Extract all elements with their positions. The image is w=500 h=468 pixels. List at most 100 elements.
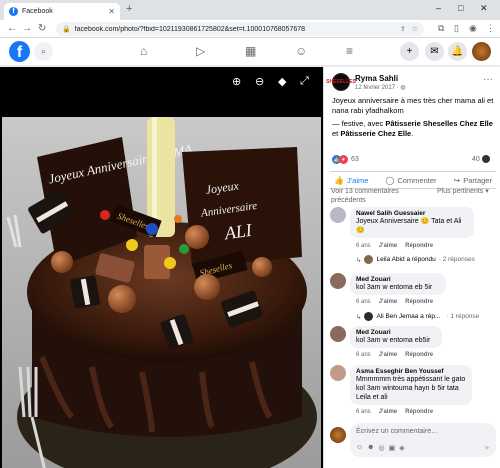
url-field[interactable]: 🔒 facebook.com/photo/?fbid=1021193086172…	[56, 22, 424, 36]
view-previous-comments-link[interactable]: Voir 13 commentaires précédents	[331, 187, 426, 205]
tag-link-1[interactable]: Pâtisserie Sheselles Chez Elle	[385, 119, 493, 128]
commenter-avatar-icon	[481, 155, 490, 163]
commenter-name[interactable]: Med Zouari	[356, 276, 440, 283]
replier-avatar	[364, 255, 374, 264]
avatar-sticker-icon[interactable]: ☺	[356, 444, 363, 452]
comment-reply-link[interactable]: Répondre	[405, 299, 433, 305]
topper-right-line3: ALI	[222, 220, 254, 244]
forward-icon[interactable]: →	[22, 23, 32, 34]
create-icon[interactable]: +	[400, 42, 419, 61]
sidebar-icon[interactable]: ▯	[454, 23, 459, 34]
video-icon[interactable]: ▷	[196, 44, 205, 58]
commenter-avatar[interactable]	[330, 273, 346, 289]
gif-icon[interactable]: ▣	[389, 444, 396, 452]
composer-icons: ☺ ☻ ◎ ▣ ◈	[356, 444, 409, 452]
comment-item: Med Zouari kol 3am w entoma eb 5ir 6 ans…	[330, 273, 498, 325]
profile-icon[interactable]: ◉	[469, 23, 477, 34]
commenter-name[interactable]: Asma Esseghir Ben Youssef	[356, 368, 466, 375]
comment-reply-link[interactable]: Répondre	[405, 352, 433, 358]
author-avatar[interactable]: SHESELLES	[326, 73, 356, 91]
comment-sort-dropdown[interactable]: Plus pertinents ▾	[437, 187, 497, 196]
url-text[interactable]: facebook.com/photo/?fbid=102119308617258…	[75, 26, 394, 33]
post-date[interactable]: 12 février 2017 · ◍	[355, 84, 406, 91]
notifications-bell-icon[interactable]: 🔔	[448, 42, 467, 61]
tab-close-icon[interactable]: ✕	[108, 7, 115, 16]
comment-like-link[interactable]: J'aime	[379, 409, 397, 415]
comment-reply-link[interactable]: Répondre	[405, 243, 433, 249]
author-name[interactable]: Ryma Sahli	[355, 74, 398, 83]
comment-placeholder: Écrivez un commentaire…	[356, 428, 439, 435]
share-page-icon[interactable]: ⇪	[400, 25, 406, 33]
comment-meta: 6 ans J'aime Répondre	[356, 299, 434, 305]
view-replies-row[interactable]: ↳ Ali Ben Jemaa a rép... · 1 réponse	[356, 312, 479, 321]
comment-reply-link[interactable]: Répondre	[405, 409, 433, 415]
facebook-favicon-icon: f	[9, 7, 18, 16]
address-bar-row: ← → ↻ 🔒 facebook.com/photo/?fbid=1021193…	[0, 20, 500, 38]
comment-item: Asma Esseghir Ben Youssef Mmmmmm très ap…	[330, 365, 498, 421]
window-close-button[interactable]: ✕	[480, 3, 488, 14]
new-tab-button[interactable]: +	[126, 3, 132, 15]
comment-input[interactable]: Écrivez un commentaire… ☺ ☻ ◎ ▣ ◈ ➤	[350, 423, 496, 457]
cake-photo[interactable]: Joyeux Anniversaire MAMA Joyeux Annivers…	[2, 117, 321, 468]
facebook-header: f ⌕ ⌂ ▷ ▦ ☺ ≡ + ✉ 🔔	[0, 38, 500, 66]
comment-item: Med Zouari kol 3am w entoma eb5ir 6 ans J…	[330, 326, 498, 362]
menu-kebab-icon[interactable]: ⋮	[486, 23, 495, 34]
tag-link-2[interactable]: Pâtisserie Chez Elle	[340, 129, 411, 138]
reply-arrow-icon: ↳	[356, 256, 362, 264]
replier-avatar	[364, 312, 374, 321]
comment-count[interactable]: 40	[472, 155, 490, 163]
comment-bubble: Med Zouari kol 3am w entoma eb 5ir	[350, 273, 446, 295]
comment-meta: 6 ans J'aime Répondre	[356, 243, 434, 249]
comment-like-link[interactable]: J'aime	[379, 352, 397, 358]
sticker-icon[interactable]: ◈	[399, 444, 404, 452]
share-arrow-icon: ↪	[453, 175, 461, 185]
marketplace-icon[interactable]: ▦	[245, 44, 256, 58]
cake-image: Joyeux Anniversaire MAMA Joyeux Annivers…	[2, 117, 321, 468]
comment-button[interactable]: ◯ Commenter	[385, 176, 436, 185]
minimize-button[interactable]: –	[436, 3, 441, 13]
reload-icon[interactable]: ↻	[38, 23, 46, 34]
reply-arrow-icon: ↳	[356, 313, 362, 321]
facebook-logo-icon[interactable]: f	[9, 41, 30, 62]
bookmark-star-icon[interactable]: ☆	[412, 25, 418, 33]
zoom-in-icon[interactable]: ⊕	[232, 75, 241, 88]
emoji-icon[interactable]: ☻	[367, 444, 374, 452]
extensions-icon[interactable]: ⧉	[438, 23, 444, 34]
comment-text: Joyeux Anniversaire 😊 Tata et Ali 😊	[356, 218, 462, 234]
reaction-count: 63	[351, 156, 359, 163]
comment-bubble: Med Zouari kol 3am w entoma eb5ir	[350, 326, 442, 348]
browser-tab[interactable]: f Facebook ✕	[4, 3, 120, 20]
view-replies-row[interactable]: ↳ Leila Abid a répondu · 2 réponses	[356, 255, 475, 264]
more-options-icon[interactable]: ···	[483, 74, 493, 85]
account-avatar[interactable]	[472, 42, 491, 61]
comment-bubble-icon: ◯	[385, 175, 395, 185]
camera-icon[interactable]: ◎	[379, 444, 385, 452]
comment-item: Nawel Salih Guessaier Joyeux Anniversair…	[330, 207, 498, 267]
post-caption: Joyeux anniversaire à mes très cher mama…	[332, 96, 494, 138]
maximize-button[interactable]: □	[458, 3, 463, 13]
post-details-panel: SHESELLES Ryma Sahli 12 février 2017 · ◍…	[323, 67, 500, 468]
menu-icon[interactable]: ≡	[346, 44, 353, 58]
commenter-name[interactable]: Med Zouari	[356, 329, 436, 336]
tag-icon[interactable]: ◆	[278, 75, 286, 88]
back-icon[interactable]: ←	[7, 23, 17, 34]
comment-like-link[interactable]: J'aime	[379, 243, 397, 249]
like-button[interactable]: 👍 J'aime	[334, 176, 368, 185]
search-icon[interactable]: ⌕	[34, 42, 53, 61]
home-icon[interactable]: ⌂	[140, 44, 147, 58]
zoom-out-icon[interactable]: ⊖	[255, 75, 264, 88]
messenger-icon[interactable]: ✉	[425, 42, 444, 61]
groups-icon[interactable]: ☺	[295, 44, 307, 58]
commenter-avatar[interactable]	[330, 326, 346, 342]
commenter-avatar[interactable]	[330, 207, 346, 223]
fullscreen-icon[interactable]: ⤢	[300, 75, 309, 88]
commenter-avatar[interactable]	[330, 365, 346, 381]
comment-text: Mmmmmm très appétissant le gato kol 3am …	[356, 376, 466, 401]
commenter-name[interactable]: Nawel Salih Guessaier	[356, 210, 468, 217]
share-button[interactable]: ↪ Partager	[454, 176, 492, 185]
tab-title: Facebook	[22, 8, 53, 15]
reaction-summary[interactable]: 👍 ♥ 63	[332, 155, 359, 164]
comment-like-link[interactable]: J'aime	[379, 299, 397, 305]
send-icon[interactable]: ➤	[484, 444, 490, 452]
comment-bubble: Asma Esseghir Ben Youssef Mmmmmm très ap…	[350, 365, 472, 405]
